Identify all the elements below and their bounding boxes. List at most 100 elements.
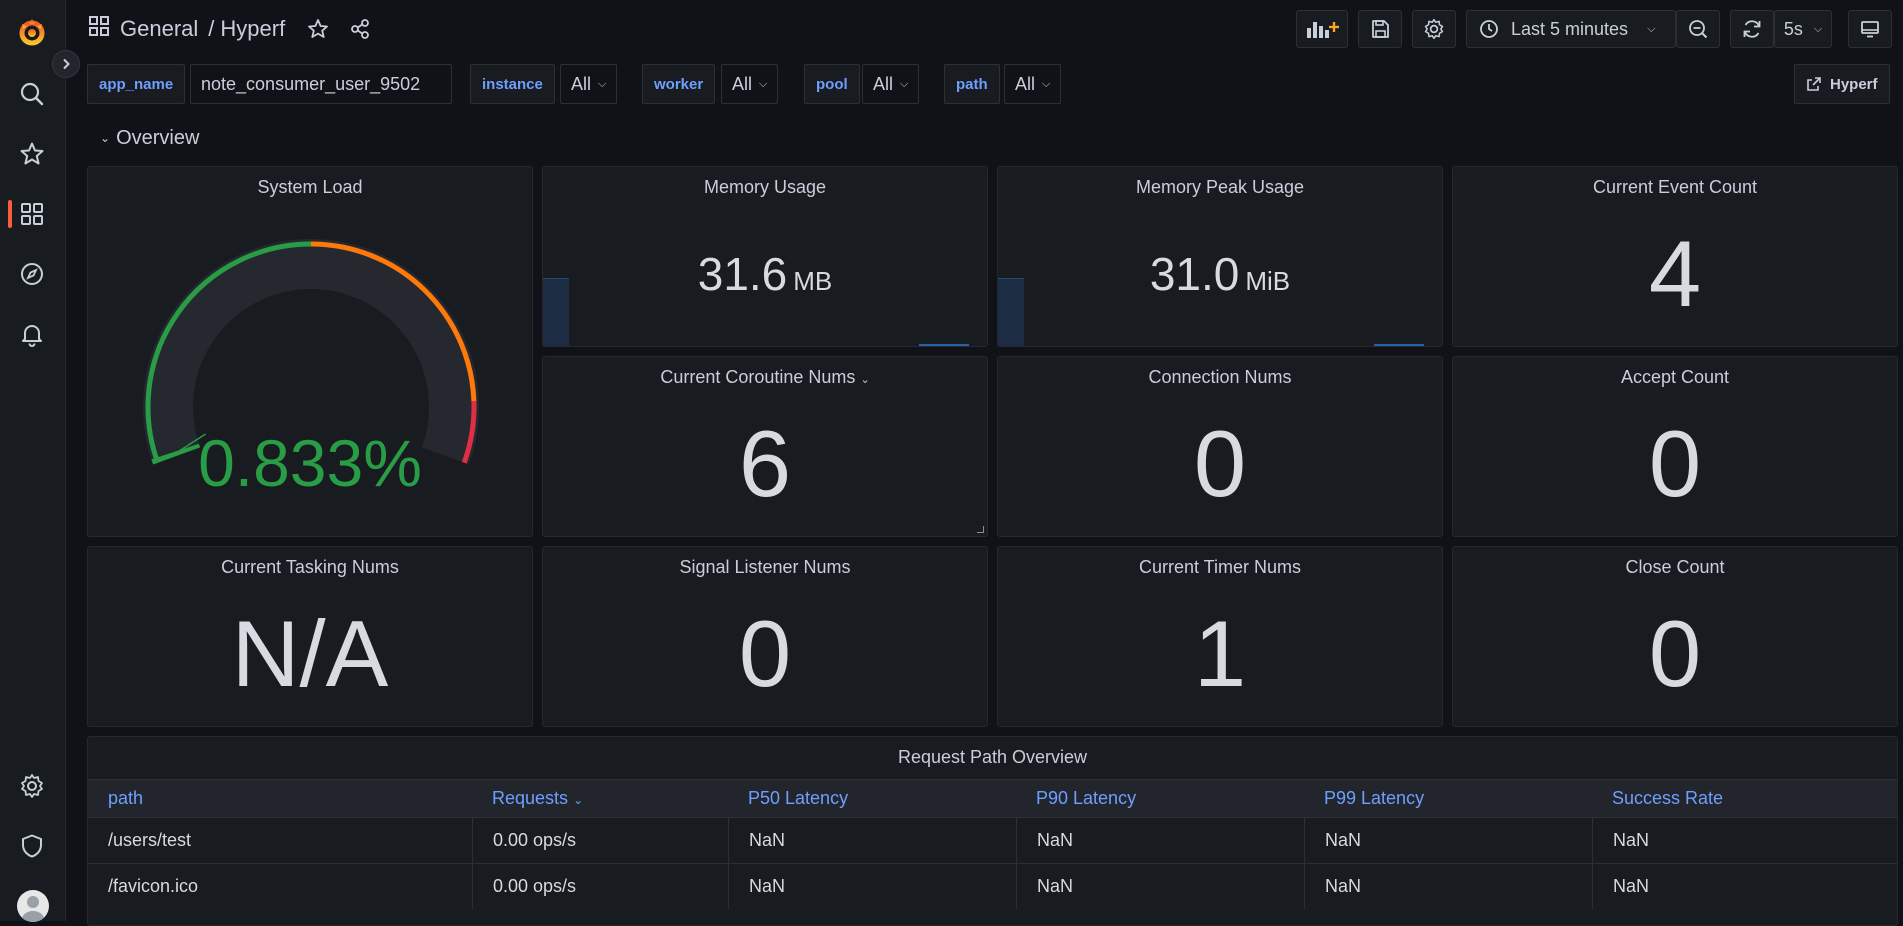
clock-icon <box>1480 20 1498 38</box>
zoom-out-icon <box>1689 20 1708 39</box>
panel-signal-listener-nums[interactable]: Signal Listener Nums 0 <box>542 546 988 727</box>
table-cell: NaN <box>1325 876 1362 896</box>
panel-current-coroutine-nums[interactable]: Current Coroutine Nums ⌄ 6 <box>542 356 988 537</box>
gear-icon[interactable] <box>16 770 48 802</box>
grafana-logo-icon[interactable] <box>16 16 48 48</box>
variable-label-pool: pool <box>804 64 860 104</box>
row-overview-toggle[interactable]: ⌄ Overview <box>100 124 199 152</box>
table-cell: /users/test <box>108 830 192 850</box>
search-icon[interactable] <box>16 78 48 110</box>
add-panel-icon <box>1307 22 1339 38</box>
variable-instance-value: All <box>571 73 592 94</box>
signal-value: 0 <box>738 601 792 706</box>
panel-title: Memory Peak Usage <box>1135 177 1305 197</box>
column-divider <box>1016 818 1017 863</box>
panel-system-load[interactable]: System Load 0.833% <box>87 166 533 537</box>
table-cell: NaN <box>1613 830 1650 850</box>
coroutine-value: 6 <box>738 411 792 516</box>
table-cell: /favicon.ico <box>108 876 199 896</box>
dashboard-link-hyperf[interactable]: Hyperf <box>1794 64 1890 104</box>
variable-pool-select[interactable]: All ⌵ <box>862 64 920 104</box>
bell-icon[interactable] <box>16 318 48 350</box>
chevron-down-icon: ⌵ <box>759 77 768 90</box>
external-link-icon <box>1807 77 1821 91</box>
refresh-button[interactable] <box>1730 10 1774 48</box>
variable-instance-select[interactable]: All ⌵ <box>560 64 618 104</box>
column-divider <box>472 864 473 909</box>
column-divider <box>728 864 729 909</box>
column-divider <box>1304 818 1305 863</box>
column-divider <box>472 818 473 863</box>
column-header-p99[interactable]: P99 Latency <box>1324 788 1424 809</box>
column-header-p90[interactable]: P90 Latency <box>1036 788 1136 809</box>
variable-label-app-name: app_name <box>87 64 186 104</box>
column-header-path[interactable]: path <box>108 788 143 809</box>
column-header-p50[interactable]: P50 Latency <box>748 788 848 809</box>
chevron-down-icon: ⌵ <box>598 77 607 90</box>
timer-value: 1 <box>1193 601 1247 706</box>
tv-mode-icon <box>1861 21 1879 38</box>
column-header-success-rate[interactable]: Success Rate <box>1612 788 1723 809</box>
time-picker-button[interactable]: Last 5 minutes ⌵ <box>1466 10 1676 48</box>
dock-menu-button[interactable] <box>52 50 80 78</box>
share-icon[interactable] <box>349 18 371 40</box>
panel-close-count[interactable]: Close Count 0 <box>1452 546 1898 727</box>
panel-title: Request Path Overview <box>897 747 1088 767</box>
table-row[interactable]: /favicon.ico 0.00 ops/s NaN NaN NaN NaN <box>88 863 1897 909</box>
tv-mode-button[interactable] <box>1848 10 1892 48</box>
variable-label-worker: worker <box>642 64 716 104</box>
dashboard-title[interactable]: Hyperf <box>220 16 285 42</box>
table-cell: NaN <box>1613 876 1650 896</box>
panel-request-path-overview[interactable]: Request Path Overview path Requests ⌄ P5… <box>87 736 1898 926</box>
table-row[interactable]: /users/test 0.00 ops/s NaN NaN NaN NaN <box>88 817 1897 863</box>
memory-peak-stat: 31.0 MiB <box>998 247 1442 301</box>
sparkline-line <box>1374 344 1424 346</box>
variable-path-select[interactable]: All ⌵ <box>1004 64 1062 104</box>
resize-handle[interactable] <box>977 526 984 533</box>
sort-desc-icon: ⌄ <box>573 793 584 807</box>
panel-current-tasking-nums[interactable]: Current Tasking Nums N/A <box>87 546 533 727</box>
variable-app-name-input[interactable]: note_consumer_user_9502 <box>190 64 452 104</box>
panel-current-timer-nums[interactable]: Current Timer Nums 1 <box>997 546 1443 727</box>
memory-usage-stat: 31.6 MB <box>543 247 987 301</box>
dashboard-settings-button[interactable] <box>1412 10 1456 48</box>
dashboards-icon[interactable] <box>16 198 48 230</box>
star-icon[interactable] <box>307 18 329 40</box>
add-panel-button[interactable] <box>1296 10 1348 48</box>
panel-memory-usage[interactable]: Memory Usage 31.6 MB <box>542 166 988 347</box>
breadcrumb-folder[interactable]: General <box>120 16 198 42</box>
sparkline-area <box>543 278 569 346</box>
table-cell: 0.00 ops/s <box>493 830 577 850</box>
table-header: path Requests ⌄ P50 Latency P90 Latency … <box>88 779 1897 817</box>
breadcrumb-separator: / <box>208 16 215 41</box>
variable-label-instance: instance <box>470 64 555 104</box>
explore-icon[interactable] <box>16 258 48 290</box>
active-indicator <box>8 200 12 228</box>
panel-connection-nums[interactable]: Connection Nums 0 <box>997 356 1443 537</box>
zoom-out-button[interactable] <box>1676 10 1720 48</box>
panel-current-event-count[interactable]: Current Event Count 4 <box>1452 166 1898 347</box>
column-divider <box>1592 818 1593 863</box>
shield-icon[interactable] <box>16 830 48 862</box>
column-divider <box>1304 864 1305 909</box>
panel-title: Accept Count <box>1620 367 1730 387</box>
panel-memory-peak-usage[interactable]: Memory Peak Usage 31.0 MiB <box>997 166 1443 347</box>
panel-title: Current Tasking Nums <box>221 557 399 577</box>
panel-title: Current Event Count <box>1592 177 1758 197</box>
grid-icon <box>88 15 110 43</box>
panel-title: Current Timer Nums <box>1138 557 1302 577</box>
avatar[interactable] <box>17 890 49 922</box>
variable-path-value: All <box>1015 73 1036 94</box>
side-menu <box>0 0 66 922</box>
panel-accept-count[interactable]: Accept Count 0 <box>1452 356 1898 537</box>
time-range-label: Last 5 minutes <box>1511 18 1629 39</box>
chevron-down-icon[interactable]: ⌄ <box>860 374 869 386</box>
memory-usage-unit: MB <box>793 266 833 296</box>
star-icon[interactable] <box>16 138 48 170</box>
dashboard-link-label: Hyperf <box>1830 75 1878 93</box>
variable-worker-select[interactable]: All ⌵ <box>721 64 779 104</box>
column-header-requests[interactable]: Requests ⌄ <box>492 788 583 809</box>
chevron-down-icon: ⌵ <box>1042 77 1051 90</box>
save-dashboard-button[interactable] <box>1358 10 1402 48</box>
refresh-interval-picker[interactable]: 5s ⌵ <box>1774 10 1832 48</box>
